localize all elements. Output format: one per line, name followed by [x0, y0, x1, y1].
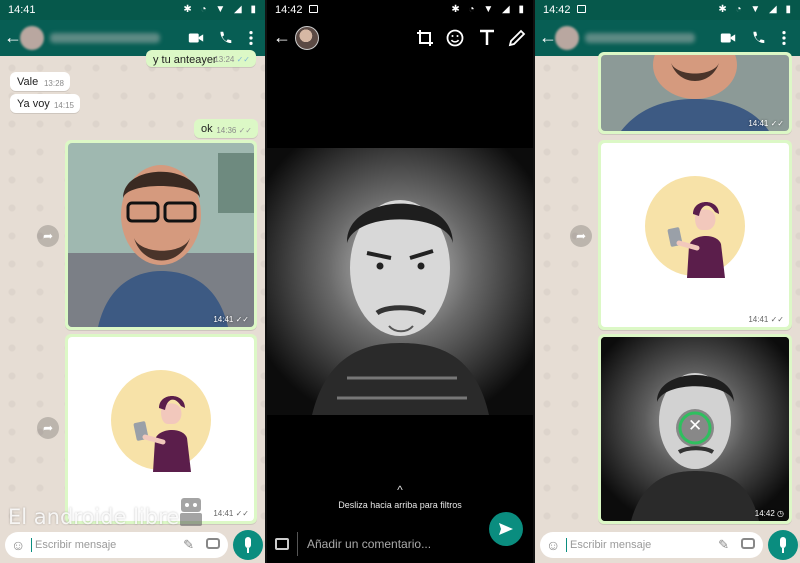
image-notification-icon	[309, 5, 318, 13]
message-text: Vale	[17, 76, 39, 88]
chat-screen-left: 14:41 ✱ ◔ ▼ ◢ ▮ ← y tu anteayer 13:24 ✓✓…	[0, 0, 265, 563]
overflow-menu-icon[interactable]	[242, 29, 260, 47]
emoji-sticker-icon[interactable]	[445, 28, 465, 48]
image-message[interactable]: 14:41 ✓✓	[65, 140, 257, 330]
message-meta: 14:41 ✓✓	[748, 315, 784, 324]
message-input-bar: ☺ Escribir mensaje ✎	[535, 527, 800, 563]
message-text: Ya voy	[17, 98, 50, 110]
message-input[interactable]: ☺ Escribir mensaje ✎	[5, 532, 228, 558]
status-bar: 14:42 ✱ ◔ ▼ ◢ ▮	[267, 0, 533, 20]
person-illustration	[133, 396, 191, 472]
selfie-photo	[68, 143, 254, 327]
message-time: 14:15	[53, 101, 74, 110]
back-arrow-icon[interactable]: ←	[273, 27, 291, 48]
mic-icon	[245, 537, 251, 548]
image-editor-screen: 14:42 ✱ ◔ ▼ ◢ ▮ ← ^ Desliza hacia arriba…	[267, 0, 533, 563]
watermark-text: El androide libre	[8, 505, 180, 529]
message-meta: 14:42 ◷	[754, 509, 784, 518]
status-bar: 14:42 ✱ ◔ ▼ ◢ ▮	[535, 0, 800, 20]
text-caret	[566, 538, 567, 552]
image-message[interactable]: 14:41 ✓✓	[598, 52, 792, 134]
image-message-uploading[interactable]: ✕ 14:42 ◷	[598, 334, 792, 524]
phone-call-icon[interactable]	[216, 29, 234, 47]
message-text: y tu anteayer	[153, 54, 217, 66]
message-meta: 14:36 ✓✓	[216, 126, 252, 135]
cancel-upload-icon[interactable]: ✕	[688, 416, 702, 436]
comment-input[interactable]: Añadir un comentario...	[307, 537, 431, 551]
image-message[interactable]: 14:41 ✓✓	[598, 140, 792, 330]
message-text: ok	[201, 123, 213, 135]
status-time: 14:42	[543, 4, 571, 16]
send-button[interactable]	[489, 512, 523, 546]
illustration-thumbnail	[68, 337, 254, 521]
contact-name-blurred[interactable]	[585, 33, 695, 43]
message-input[interactable]: ☺ Escribir mensaje ✎	[540, 532, 763, 558]
photo-thumbnail	[68, 143, 254, 327]
contact-avatar[interactable]	[555, 26, 579, 50]
contact-avatar[interactable]	[20, 26, 44, 50]
filters-hint: Desliza hacia arriba para filtros	[338, 500, 462, 510]
editor-toolbar: ←	[267, 20, 533, 56]
video-call-icon[interactable]	[187, 29, 205, 47]
double-check-icon: ✓✓	[236, 55, 250, 64]
android-robot-logo	[180, 498, 202, 526]
divider	[297, 532, 298, 556]
message-meta: 13:24 ✓✓	[214, 55, 250, 64]
message-meta: 14:41 ✓✓	[748, 119, 784, 128]
input-placeholder: Escribir mensaje	[35, 539, 117, 551]
chat-area[interactable]: y tu anteayer 13:24 ✓✓ Vale 13:28 Ya voy…	[0, 50, 265, 563]
camera-icon[interactable]	[206, 538, 220, 549]
attach-icon[interactable]: ✎	[718, 537, 729, 553]
status-icons: ✱ ◔ ▼ ◢ ▮	[451, 4, 527, 15]
status-icons: ✱ ◔ ▼ ◢ ▮	[183, 4, 259, 15]
person-illustration	[667, 202, 725, 278]
overflow-menu-icon[interactable]	[775, 29, 793, 47]
chat-area[interactable]: 14:41 ✓✓ 14:41 ✓✓ ➦ ✕ 14:42 ◷	[535, 52, 800, 563]
phone-call-icon[interactable]	[749, 29, 767, 47]
attach-icon[interactable]: ✎	[183, 537, 194, 553]
camera-icon[interactable]	[741, 538, 755, 549]
upload-progress-ring[interactable]: ✕	[676, 409, 714, 447]
status-time: 14:41	[8, 4, 36, 16]
editing-photo[interactable]	[267, 148, 533, 415]
send-icon	[499, 523, 513, 535]
swipe-up-arrow-icon[interactable]: ^	[267, 483, 533, 497]
double-check-icon: ✓✓	[238, 126, 252, 135]
recipient-avatar[interactable]	[295, 26, 319, 50]
image-notification-icon	[577, 5, 586, 13]
mic-icon	[780, 537, 786, 548]
mic-button[interactable]	[768, 530, 798, 560]
message-bubble[interactable]: y tu anteayer 13:24 ✓✓	[146, 50, 256, 67]
message-bubble[interactable]: Ya voy 14:15	[10, 94, 80, 113]
message-time: 13:28	[43, 79, 64, 88]
message-meta: 14:41 ✓✓	[213, 509, 249, 518]
chat-header: ←	[535, 20, 800, 56]
mic-button[interactable]	[233, 530, 263, 560]
pencil-draw-icon[interactable]	[507, 28, 527, 48]
message-input-bar: ☺ Escribir mensaje ✎	[0, 527, 265, 563]
forward-icon[interactable]: ➦	[37, 417, 59, 439]
message-bubble[interactable]: Vale 13:28	[10, 72, 70, 91]
illustration-thumbnail	[601, 143, 789, 327]
gallery-icon[interactable]	[275, 538, 289, 550]
input-placeholder: Escribir mensaje	[570, 539, 652, 551]
video-call-icon[interactable]	[719, 29, 737, 47]
bw-selfie-photo	[267, 148, 533, 415]
crop-rotate-icon[interactable]	[415, 28, 435, 48]
text-tool-icon[interactable]	[477, 28, 497, 48]
status-time: 14:42	[275, 4, 303, 16]
text-caret	[31, 538, 32, 552]
status-bar: 14:41 ✱ ◔ ▼ ◢ ▮	[0, 0, 265, 20]
forward-icon[interactable]: ➦	[37, 225, 59, 247]
emoji-icon[interactable]: ☺	[546, 537, 560, 553]
image-message[interactable]: 14:41 ✓✓	[65, 334, 257, 524]
photo-thumbnail: ✕	[601, 337, 789, 521]
message-bubble[interactable]: ok 14:36 ✓✓	[194, 119, 258, 138]
chat-screen-right: 14:42 ✱ ◔ ▼ ◢ ▮ ← 14:41 ✓✓ 14:41 ✓✓ ➦ ✕ …	[535, 0, 800, 563]
message-meta: 14:41 ✓✓	[213, 315, 249, 324]
contact-name-blurred[interactable]	[50, 33, 160, 43]
status-icons: ✱ ◔ ▼ ◢ ▮	[718, 4, 794, 15]
emoji-icon[interactable]: ☺	[11, 537, 25, 553]
forward-icon[interactable]: ➦	[570, 225, 592, 247]
